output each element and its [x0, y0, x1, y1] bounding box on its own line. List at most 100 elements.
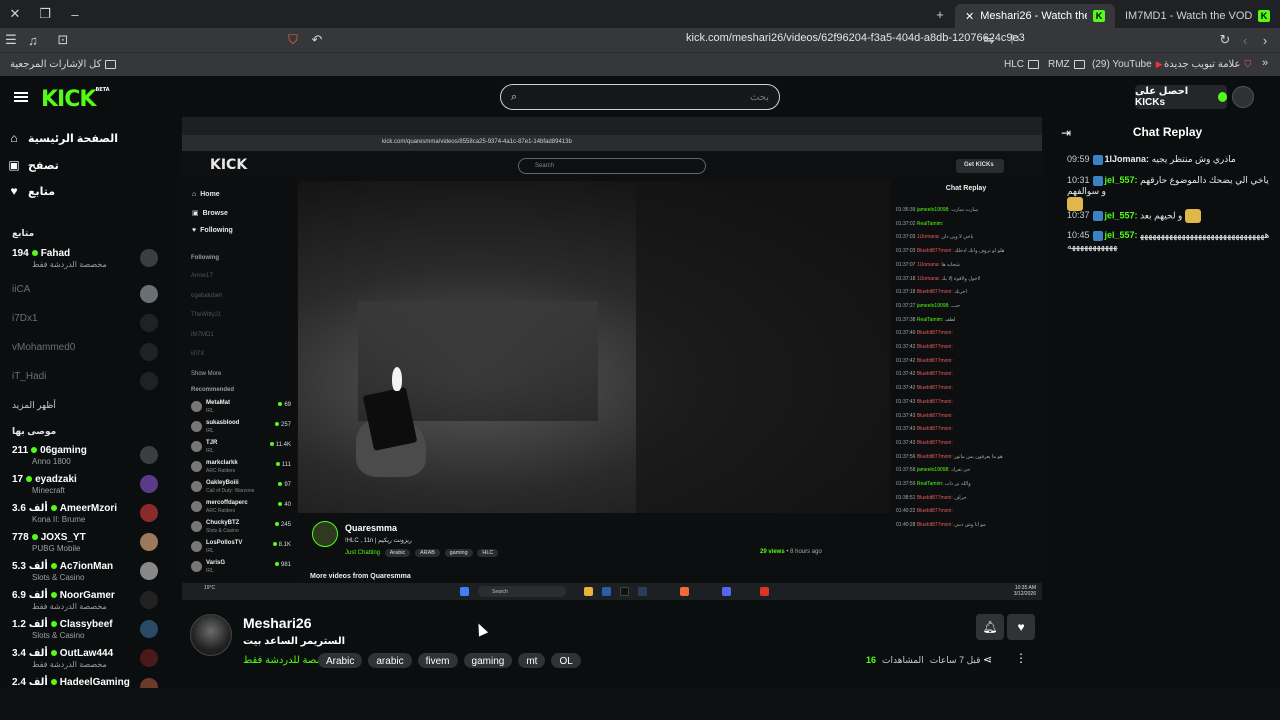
brave-shield-icon[interactable]: ⛉ — [282, 29, 304, 51]
more-options-icon[interactable]: ⋮ — [1015, 651, 1027, 665]
recommended-item[interactable]: 1.2 ألف Classybeef Slots & Casino — [12, 617, 160, 643]
vod-chat-user: Blueblt877moni: — [916, 371, 953, 378]
tab-meshari26[interactable]: ✕ Meshari26 - Watch the VOD o K — [955, 4, 1115, 28]
back-history-icon[interactable]: ↶ — [306, 29, 328, 51]
tag-chip[interactable]: fivem — [417, 653, 458, 668]
tag-chip[interactable]: arabic — [368, 653, 412, 668]
kick-logo[interactable]: KICKBETA — [41, 87, 110, 112]
channel-category: مخصصة الدردشة فقط — [32, 660, 107, 669]
channel-category: PUBG Mobile — [32, 544, 81, 553]
chat-username[interactable]: jel_557: — [1105, 175, 1138, 185]
bookmark-new-tab[interactable]: علامة تبويب جديدة ⛉ — [1164, 59, 1251, 70]
music-icon[interactable]: ♫ — [22, 29, 44, 51]
live-dot-icon — [50, 505, 57, 511]
bookmark-rmz[interactable]: RMZ — [1048, 59, 1085, 70]
notification-button[interactable]: 🔔︎ — [976, 614, 1004, 640]
url-text[interactable]: kick.com/meshari26/videos/62f96204-f3a5-… — [686, 32, 1025, 44]
vod-following-item: ogabaiubeh — [191, 293, 223, 299]
chat-username[interactable]: 1lJomana: — [1105, 154, 1150, 164]
chat-message: 09:59 1lJomana: ماذري وش منتظر يجيه — [1067, 154, 1272, 165]
new-tab-button[interactable]: + — [925, 0, 955, 28]
close-window-button[interactable]: ✕ — [0, 0, 30, 28]
live-dot-icon — [31, 250, 38, 256]
live-dot-icon — [50, 621, 57, 627]
more-bookmarks-icon[interactable]: » — [1262, 57, 1268, 69]
get-kicks-button[interactable]: احصل على KICKs — [1135, 85, 1227, 109]
tag-chip[interactable]: OL — [551, 653, 581, 668]
channel-name[interactable]: Meshari26 — [243, 615, 311, 631]
vod-chat-user: Blueblt877moni: — [916, 453, 953, 460]
sidebar-item-browse[interactable]: ▣ تصفح — [8, 155, 158, 175]
vod-home-icon: ⌂ — [192, 191, 197, 198]
recommended-item[interactable]: 5.3 ألف Ac7ionMan Slots & Casino — [12, 559, 160, 585]
vod-chat-line: 01:37:38 RealTamim: لطف — [896, 317, 1036, 327]
vod-chat-panel: Chat Replay 01:36:39 jameelo19098: سارت … — [890, 181, 1042, 583]
vod-chat-line: 01:40:28 Blueblt877moni: مو انا وش ذنبي — [896, 522, 1036, 532]
following-item-it-hadi[interactable]: iT_Hadi — [12, 369, 160, 395]
video-player[interactable]: kick.com/quaresmma/videos/8558ca25-9374-… — [182, 117, 1042, 600]
chat-text: ماذري وش منتظر يجيه — [1151, 154, 1236, 164]
following-item-fahad[interactable]: 194 Fahad مخصصة الدردشة فقط — [12, 246, 160, 272]
following-item-vmohammed0[interactable]: vMohammed0 — [12, 340, 160, 366]
hamburger-menu-icon[interactable] — [14, 92, 28, 102]
vod-chat-time: 01:37:42 — [896, 371, 916, 378]
vod-rec-count: 11.4K — [270, 442, 291, 448]
channel-avatar[interactable] — [190, 614, 232, 656]
all-bookmarks[interactable]: كل الإشارات المرجعية — [10, 59, 117, 70]
recommended-item[interactable]: 3.6 ألف AmeerMzori Kona II: Brume — [12, 501, 160, 527]
sidebar-item-following[interactable]: ♥ متابع — [8, 181, 158, 201]
sidebar-item-home[interactable]: ⌂ الصفحة الرئيسية — [8, 128, 158, 148]
channel-name-text: Ac7ionMan — [59, 561, 114, 572]
bookmark-label: علامة تبويب جديدة — [1164, 59, 1241, 70]
user-avatar[interactable] — [1232, 86, 1254, 108]
bookmark-youtube[interactable]: (29) YouTube ▶ — [1092, 59, 1163, 70]
bookmark-hlc[interactable]: HLC — [1004, 59, 1040, 70]
live-dot-icon — [31, 534, 38, 540]
vod-recommended-item: MetaMat IRL 69 — [191, 399, 291, 417]
forward-icon[interactable]: › — [1254, 29, 1276, 51]
vod-nav-item: ⌂ Home — [192, 191, 220, 198]
show-more-link[interactable]: أظهر المزيد — [12, 400, 56, 411]
search-bar[interactable]: ⌕ — [500, 84, 780, 110]
vod-rec-name: MetaMat — [206, 400, 231, 406]
tag-chip[interactable]: gaming — [463, 653, 513, 668]
channel-name: 1.2 ألف Classybeef — [12, 619, 113, 630]
get-kicks-label: احصل على KICKs — [1135, 86, 1189, 108]
recommended-item[interactable]: 778 JOXS_YT PUBG Mobile — [12, 530, 160, 556]
vod-browser-tabs — [182, 117, 1042, 135]
vod-chat-time: 01:37:03 — [896, 248, 916, 255]
screenshot-icon[interactable]: ⊡ — [52, 29, 74, 51]
chat-username[interactable]: jel_557: — [1105, 210, 1138, 220]
menu-icon[interactable]: ☰ — [0, 29, 22, 51]
recommended-item[interactable]: 17 eyadzaki Minecraft — [12, 472, 160, 498]
recommended-item[interactable]: 2.4 ألف HadeelGaming — [12, 675, 160, 688]
address-bar: ☰ ♫ ⊡ ⛉ ↶ kick.com/meshari26/videos/62f9… — [0, 28, 1280, 52]
avatar — [191, 421, 202, 432]
vod-tag: gaming — [444, 549, 473, 557]
bookmark-icon[interactable]: ⚐ — [1004, 29, 1026, 51]
restore-window-button[interactable]: ❐ — [30, 0, 60, 28]
search-input[interactable] — [517, 91, 769, 103]
back-icon[interactable]: ‹ — [1234, 29, 1256, 51]
reload-icon[interactable]: ↻ — [1214, 29, 1236, 51]
vod-rec-name: LosPollosTV — [206, 540, 243, 546]
tag-chip[interactable]: Arabic — [318, 653, 363, 668]
following-item-iica[interactable]: iiCA — [12, 282, 160, 308]
vod-taskbar-search: Search — [478, 586, 566, 597]
recommended-item[interactable]: 3.4 ألف OutLaw444 مخصصة الدردشة فقط — [12, 646, 160, 672]
avatar — [140, 446, 158, 464]
minimize-window-button[interactable]: – — [60, 0, 90, 28]
chat-username[interactable]: jel_557: — [1105, 230, 1138, 240]
tag-chip[interactable]: mt — [518, 653, 546, 668]
reader-icon[interactable]: ⇋ — [978, 29, 1000, 51]
vod-rec-count: 69 — [278, 402, 291, 408]
recommended-item[interactable]: 6.9 ألف NoorGamer مخصصة الدردشة فقط — [12, 588, 160, 614]
follow-button[interactable]: ♥ — [1007, 614, 1035, 640]
following-item-i7dx1[interactable]: i7Dx1 — [12, 311, 160, 337]
share-icon[interactable]: ⋖ — [983, 653, 992, 666]
tab-im7md1[interactable]: IM7MD1 - Watch the VOD on Kick K — [1115, 4, 1280, 28]
chat-title: Chat Replay — [1132, 125, 1203, 139]
channel-name-text: AmeerMzori — [59, 503, 118, 514]
recommended-item[interactable]: 211 06gaming Anno 1800 — [12, 443, 160, 469]
close-tab-icon[interactable]: ✕ — [965, 10, 974, 23]
